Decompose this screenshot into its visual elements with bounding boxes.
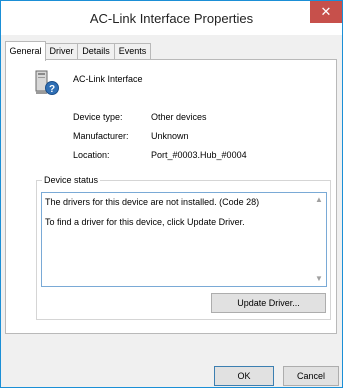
manufacturer-value: Unknown — [151, 131, 189, 141]
manufacturer-label: Manufacturer: — [73, 131, 129, 141]
tab-details[interactable]: Details — [77, 43, 115, 60]
tab-general[interactable]: General — [5, 41, 46, 61]
device-type-value: Other devices — [151, 112, 207, 122]
scroll-up-icon[interactable]: ▲ — [312, 193, 326, 207]
device-type-label: Device type: — [73, 112, 123, 122]
tab-driver[interactable]: Driver — [45, 43, 78, 60]
tab-events[interactable]: Events — [114, 43, 151, 60]
unknown-device-icon: ? — [33, 69, 61, 97]
window-title: AC-Link Interface Properties — [89, 11, 254, 26]
properties-dialog: AC-Link Interface Properties ✕ General D… — [0, 0, 343, 388]
device-status-legend: Device status — [42, 175, 101, 185]
scroll-down-icon[interactable]: ▼ — [312, 272, 326, 286]
title-bar[interactable]: AC-Link Interface Properties ✕ — [1, 1, 342, 35]
location-value: Port_#0003.Hub_#0004 — [151, 150, 247, 160]
ok-button[interactable]: OK — [214, 366, 274, 386]
close-button[interactable]: ✕ — [310, 1, 342, 23]
device-status-textbox[interactable]: The drivers for this device are not inst… — [41, 192, 327, 287]
vertical-scrollbar[interactable]: ▲ ▼ — [312, 193, 326, 286]
status-line: To find a driver for this device, click … — [45, 217, 245, 227]
device-name: AC-Link Interface — [73, 74, 143, 84]
cancel-button[interactable]: Cancel — [283, 366, 339, 386]
update-driver-button[interactable]: Update Driver... — [211, 293, 326, 313]
status-line: The drivers for this device are not inst… — [45, 197, 260, 207]
location-label: Location: — [73, 150, 110, 160]
svg-text:?: ? — [49, 84, 55, 95]
